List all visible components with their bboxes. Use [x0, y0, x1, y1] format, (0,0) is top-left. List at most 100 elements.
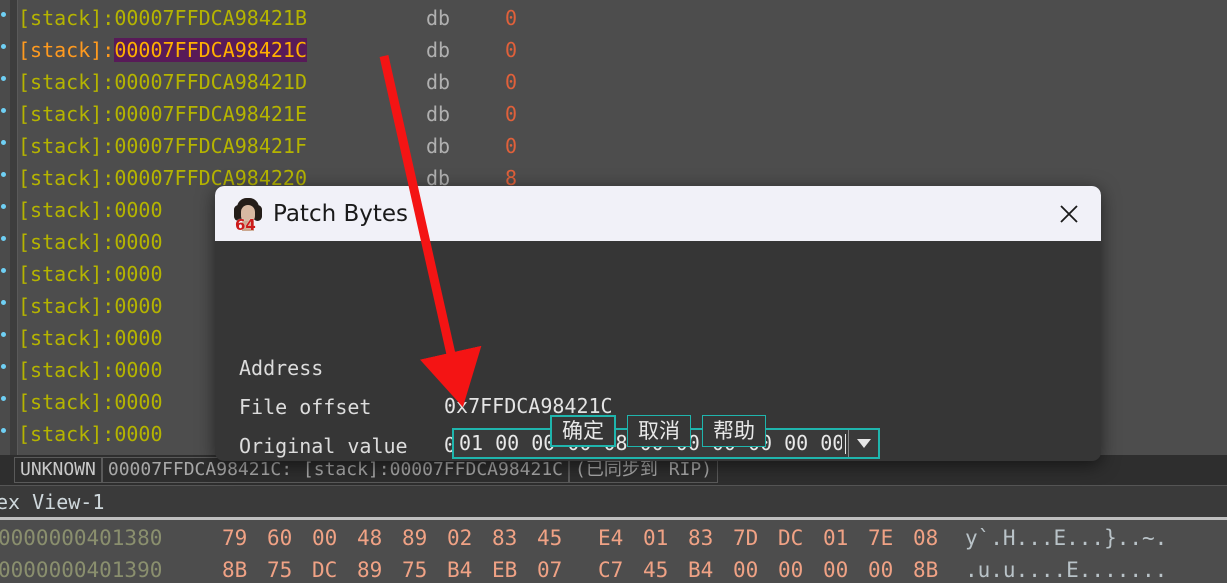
- disassembly-line[interactable]: [stack]:0000: [18, 194, 163, 226]
- dialog-body: Address 0x7FFDCA98421C File offset 0xFFF…: [215, 241, 1101, 461]
- segment-prefix: [stack]:: [18, 198, 115, 222]
- disassembly-line[interactable]: [stack]:00007FFDCA98421E db 0: [18, 98, 517, 130]
- hex-byte[interactable]: 00: [733, 554, 758, 583]
- hex-byte[interactable]: DC: [312, 554, 337, 583]
- hex-row-address: 0000000401380: [0, 526, 163, 550]
- hex-view[interactable]: 0000000401380 79 60 00 48 89 02 83 45 E4 01 83 7D DC 0…: [0, 520, 1227, 583]
- close-icon[interactable]: [1051, 196, 1087, 232]
- line-address[interactable]: 0000: [114, 198, 162, 222]
- hex-byte[interactable]: 7E: [868, 522, 893, 554]
- gutter-marker-dot[interactable]: [1, 172, 6, 177]
- hex-byte[interactable]: 07: [537, 554, 562, 583]
- hex-byte[interactable]: 8B: [913, 554, 938, 583]
- hex-byte[interactable]: 89: [357, 554, 382, 583]
- disassembly-line[interactable]: [stack]:0000: [18, 258, 163, 290]
- line-address[interactable]: 0000: [114, 262, 162, 286]
- line-address[interactable]: 0000: [114, 358, 162, 382]
- hex-byte[interactable]: DC: [778, 522, 803, 554]
- line-address[interactable]: 0000: [114, 230, 162, 254]
- help-button[interactable]: 帮助: [702, 415, 766, 447]
- hex-byte[interactable]: 48: [357, 522, 382, 554]
- gutter-marker-dot[interactable]: [1, 364, 6, 369]
- dialog-title: Patch Bytes: [273, 200, 409, 227]
- segment-prefix: [stack]:: [18, 102, 115, 126]
- operand-value: 0: [505, 38, 518, 62]
- operand-value: 0: [505, 70, 518, 94]
- disassembly-line[interactable]: [stack]:00007FFDCA98421B db 0: [18, 2, 517, 34]
- hex-byte[interactable]: 89: [402, 522, 427, 554]
- gutter-marker-dot[interactable]: [1, 204, 6, 209]
- segment-prefix: [stack]:: [18, 326, 115, 350]
- disassembly-line[interactable]: [stack]:0000: [18, 354, 163, 386]
- hex-byte[interactable]: 01: [823, 522, 848, 554]
- segment-prefix: [stack]:: [18, 358, 115, 382]
- gutter-marker-dot[interactable]: [1, 428, 6, 433]
- cancel-button[interactable]: 取消: [627, 415, 691, 447]
- operand-value: 0: [505, 102, 518, 126]
- line-address[interactable]: 00007FFDCA98421E: [114, 102, 307, 126]
- hex-byte[interactable]: 45: [537, 522, 562, 554]
- hex-byte[interactable]: 8B: [222, 554, 247, 583]
- line-address[interactable]: 00007FFDCA98421B: [114, 6, 307, 30]
- disassembly-line[interactable]: [stack]:0000: [18, 226, 163, 258]
- hex-byte[interactable]: 79: [222, 522, 247, 554]
- tab-hex-view-1[interactable]: ex View-1: [0, 488, 114, 516]
- segment-prefix: [stack]:: [18, 134, 115, 158]
- hex-byte[interactable]: 00: [823, 554, 848, 583]
- field-row-address: Address 0x7FFDCA98421C: [239, 311, 613, 418]
- hex-byte[interactable]: 45: [643, 554, 668, 583]
- disassembly-line[interactable]: [stack]:0000: [18, 386, 163, 418]
- gutter-marker-dot[interactable]: [1, 396, 6, 401]
- gutter-marker-dot[interactable]: [1, 12, 6, 17]
- ok-button[interactable]: 确定: [550, 415, 616, 447]
- selected-address[interactable]: 00007FFDCA98421C: [114, 38, 307, 62]
- gutter-marker-dot[interactable]: [1, 108, 6, 113]
- mnemonic: db: [426, 6, 451, 30]
- hex-byte[interactable]: 75: [267, 554, 292, 583]
- gutter-marker-dot[interactable]: [1, 236, 6, 241]
- disassembly-line[interactable]: [stack]:00007FFDCA98421D db 0: [18, 66, 517, 98]
- hex-byte[interactable]: 83: [688, 522, 713, 554]
- segment-prefix: [stack]:: [18, 166, 115, 190]
- hex-byte[interactable]: B4: [447, 554, 472, 583]
- dialog-title-bar[interactable]: 64 Patch Bytes: [215, 186, 1101, 241]
- icon-badge-64: 64: [235, 215, 256, 231]
- hex-byte[interactable]: 7D: [733, 522, 758, 554]
- segment-prefix: [stack]:: [18, 38, 115, 62]
- hex-byte[interactable]: B4: [688, 554, 713, 583]
- hex-byte[interactable]: 60: [267, 522, 292, 554]
- gutter-marker-dot[interactable]: [1, 300, 6, 305]
- gutter-marker-dot[interactable]: [1, 76, 6, 81]
- hex-view-tab-strip[interactable]: ex View-1: [0, 485, 1227, 517]
- dialog-button-row: 确定 取消 帮助: [215, 415, 1101, 447]
- hex-byte[interactable]: 08: [913, 522, 938, 554]
- hex-byte[interactable]: 00: [868, 554, 893, 583]
- line-address[interactable]: 00007FFDCA98421F: [114, 134, 307, 158]
- line-address[interactable]: 00007FFDCA98421D: [114, 70, 307, 94]
- disassembly-line[interactable]: [stack]:0000: [18, 290, 163, 322]
- hex-byte[interactable]: 00: [778, 554, 803, 583]
- line-address[interactable]: 0000: [114, 326, 162, 350]
- hex-byte[interactable]: 75: [402, 554, 427, 583]
- gutter-marker-dot[interactable]: [1, 140, 6, 145]
- operand-value: 0: [505, 6, 518, 30]
- hex-byte[interactable]: 83: [492, 522, 517, 554]
- hex-byte[interactable]: 02: [447, 522, 472, 554]
- hex-byte[interactable]: EB: [492, 554, 517, 583]
- gutter-marker-dot[interactable]: [1, 268, 6, 273]
- disassembly-line[interactable]: [stack]:00007FFDCA98421F db 0: [18, 130, 517, 162]
- hex-byte[interactable]: 01: [643, 522, 668, 554]
- disassembly-line[interactable]: [stack]:0000: [18, 322, 163, 354]
- hex-byte[interactable]: E4: [598, 522, 623, 554]
- hex-byte[interactable]: 00: [312, 522, 337, 554]
- disassembly-line[interactable]: [stack]:0000: [18, 418, 163, 450]
- line-address[interactable]: 0000: [114, 390, 162, 414]
- gutter-marker-dot[interactable]: [1, 44, 6, 49]
- line-address[interactable]: 0000: [114, 422, 162, 446]
- navigation-gutter[interactable]: [0, 0, 10, 455]
- line-address[interactable]: 0000: [114, 294, 162, 318]
- disassembly-line[interactable]: [stack]:00007FFDCA98421C db 0: [18, 34, 517, 66]
- hex-byte[interactable]: C7: [598, 554, 623, 583]
- gutter-marker-dot[interactable]: [1, 332, 6, 337]
- patch-bytes-dialog[interactable]: 64 Patch Bytes Address 0x7FFDCA98421C Fi…: [215, 186, 1101, 461]
